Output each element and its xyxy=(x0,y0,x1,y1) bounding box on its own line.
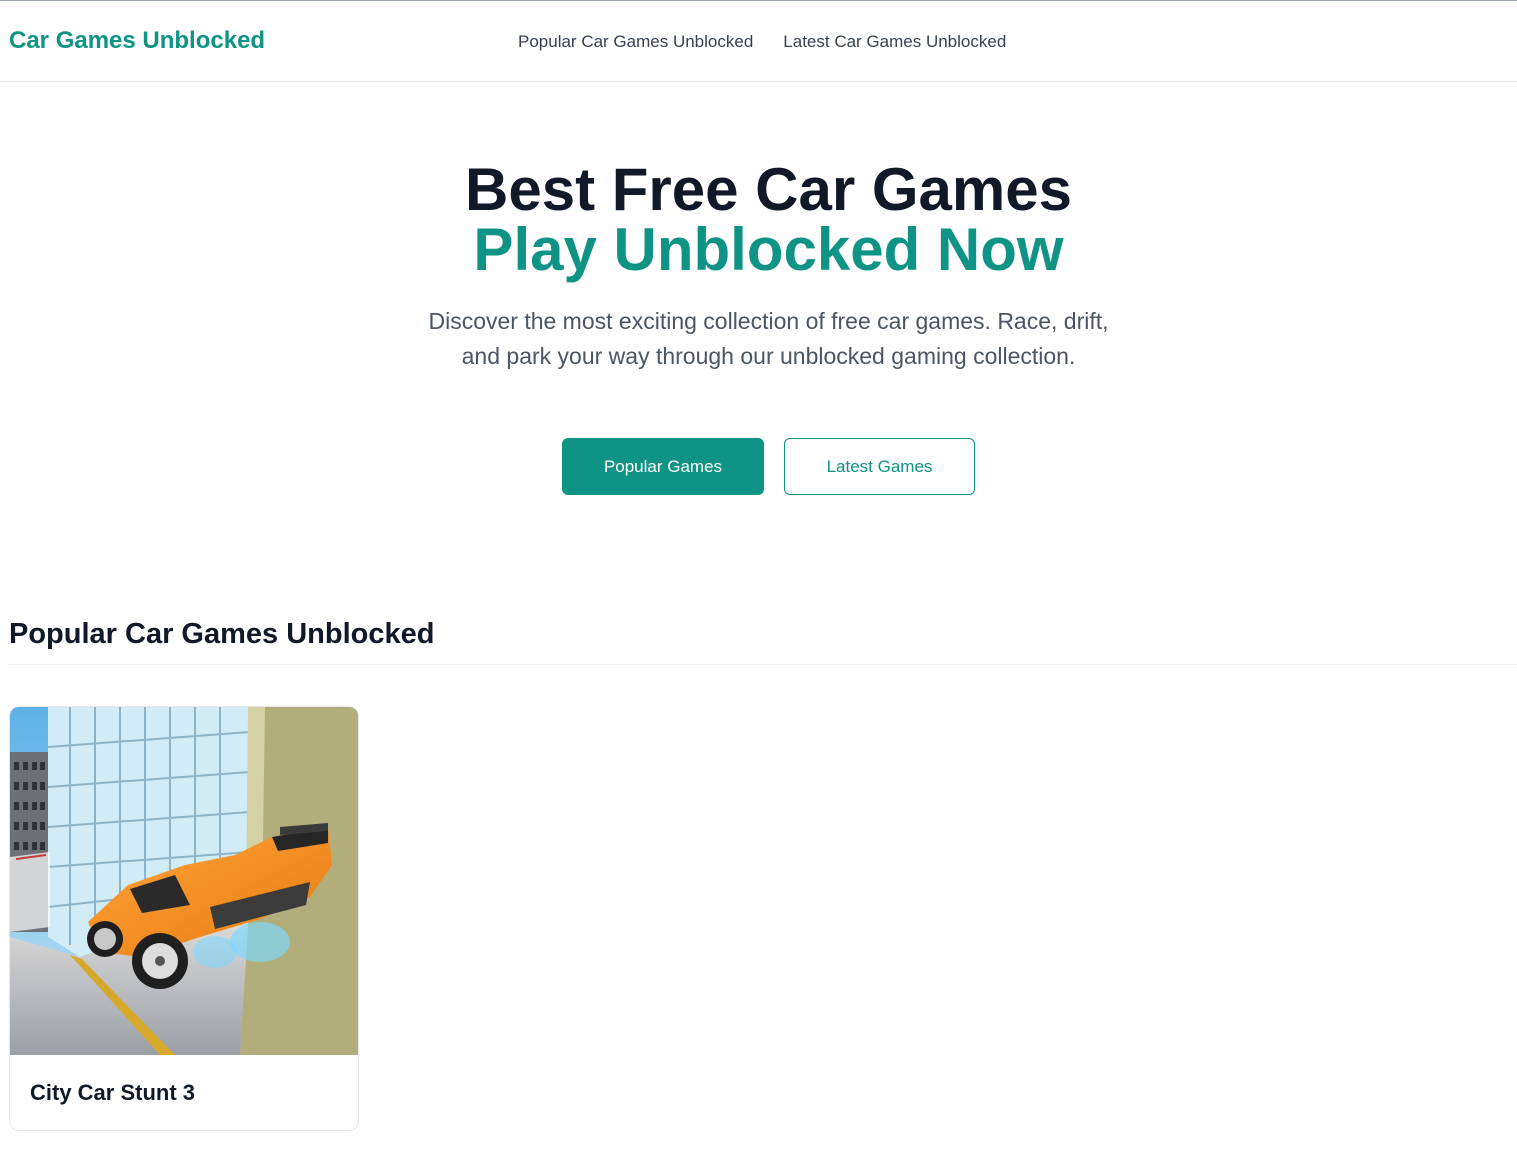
hero-title-line-2: Play Unblocked Now xyxy=(473,216,1064,283)
game-title[interactable]: City Car Stunt 3 xyxy=(30,1080,195,1106)
hero-buttons: Popular Games Latest Games xyxy=(562,438,975,495)
popular-games-button[interactable]: Popular Games xyxy=(562,438,764,495)
hero-description: Discover the most exciting collection of… xyxy=(428,308,1109,369)
nav-link-popular[interactable]: Popular Car Games Unblocked xyxy=(518,32,753,52)
game-card[interactable]: City Car Stunt 3 xyxy=(9,706,359,1131)
main-nav: Popular Car Games Unblocked Latest Car G… xyxy=(518,32,1006,52)
hero-title: Best Free Car Games Play Unblocked Now xyxy=(0,160,1517,280)
hero-title-line-1: Best Free Car Games xyxy=(465,156,1072,223)
game-thumbnail-image[interactable] xyxy=(10,707,358,1055)
latest-games-button[interactable]: Latest Games xyxy=(784,438,975,495)
site-logo-link[interactable]: Car Games Unblocked xyxy=(9,27,265,55)
popular-section-heading: Popular Car Games Unblocked xyxy=(9,618,435,650)
section-divider xyxy=(9,664,1517,665)
hero-section: Best Free Car Games Play Unblocked Now D… xyxy=(0,160,1517,374)
site-header: Car Games Unblocked Popular Car Games Un… xyxy=(0,0,1517,82)
nav-link-latest[interactable]: Latest Car Games Unblocked xyxy=(783,32,1006,52)
